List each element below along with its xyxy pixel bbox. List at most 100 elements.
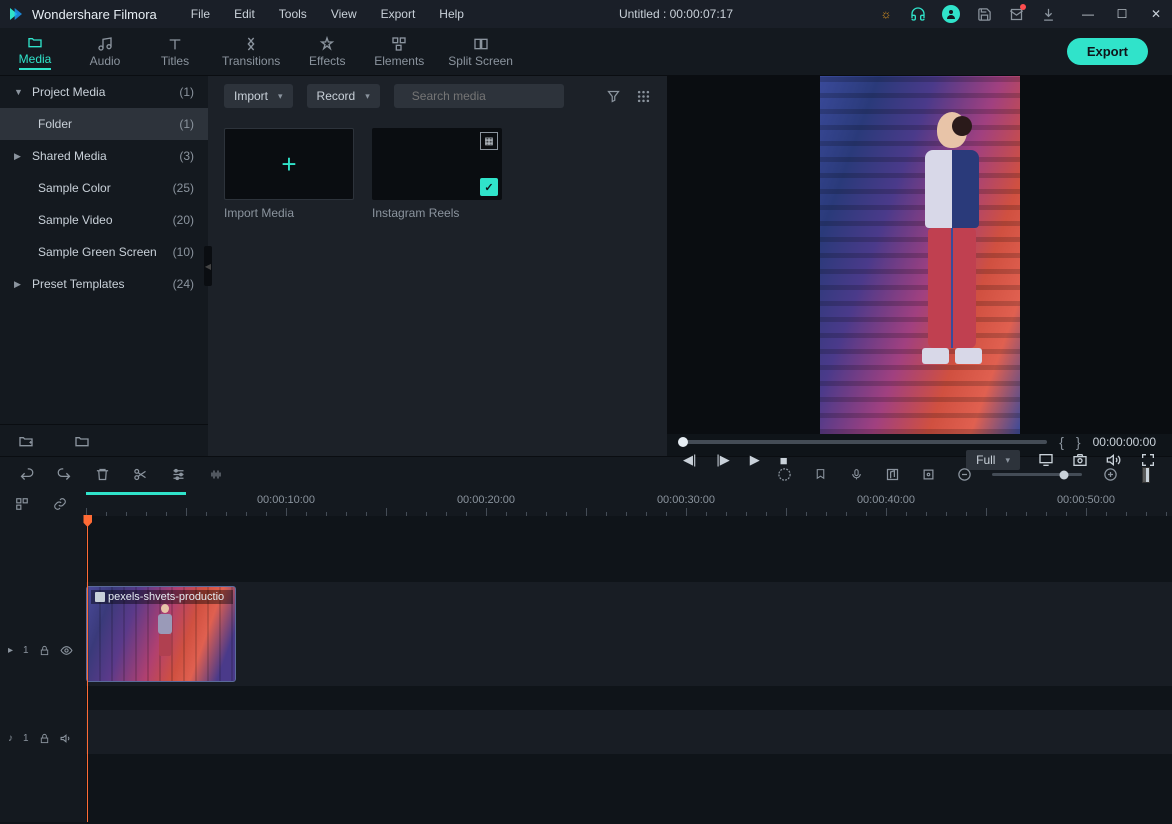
lock-icon[interactable] <box>39 645 50 656</box>
search-field[interactable] <box>412 89 567 103</box>
sidebar-item-sample-green-screen[interactable]: Sample Green Screen (10) <box>0 236 208 268</box>
video-clip[interactable]: pexels-shvets-productio <box>86 586 236 682</box>
scrub-track[interactable] <box>683 440 1047 444</box>
document-title: Untitled : 00:00:07:17 <box>474 7 878 21</box>
playhead[interactable] <box>87 516 88 822</box>
media-toolbar: Import▾ Record▾ <box>208 76 667 116</box>
import-dropdown[interactable]: Import▾ <box>224 84 293 108</box>
save-icon[interactable] <box>976 6 992 22</box>
sidebar-item-sample-video[interactable]: Sample Video (20) <box>0 204 208 236</box>
maximize-button[interactable]: ☐ <box>1114 6 1130 22</box>
new-folder-icon[interactable] <box>18 434 34 448</box>
transitions-icon <box>243 36 259 52</box>
titlebar: Wondershare Filmora File Edit Tools View… <box>0 0 1172 28</box>
clip-type-icon <box>95 592 105 602</box>
timeline-header-left <box>0 492 86 516</box>
used-check-icon: ✓ <box>480 178 498 196</box>
delete-icon[interactable] <box>94 467 110 483</box>
visibility-icon[interactable] <box>60 645 73 656</box>
notification-icon[interactable] <box>1008 6 1024 22</box>
sidebar-item-project-media[interactable]: ▼ Project Media (1) <box>0 76 208 108</box>
account-icon[interactable] <box>942 5 960 23</box>
zoom-slider[interactable] <box>992 473 1082 476</box>
minimize-button[interactable]: — <box>1080 6 1096 22</box>
audio-wave-icon[interactable] <box>208 467 224 483</box>
menu-tools[interactable]: Tools <box>269 3 317 25</box>
sidebar-item-folder[interactable]: Folder (1) <box>0 108 208 140</box>
link-icon[interactable] <box>52 496 68 512</box>
tab-effects[interactable]: Effects <box>292 32 362 72</box>
lock-icon[interactable] <box>39 733 50 744</box>
open-folder-icon[interactable] <box>74 434 90 448</box>
export-button[interactable]: Export <box>1067 38 1148 65</box>
title-actions: ☼ <box>878 5 1056 23</box>
tab-titles[interactable]: Titles <box>140 32 210 72</box>
mark-out-icon[interactable]: } <box>1076 434 1081 450</box>
undo-icon[interactable] <box>18 467 34 483</box>
preview-panel: { } 00:00:00:00 ◀| |▶ ▶ ■ Full▾ <box>667 76 1172 456</box>
sidebar-item-sample-color[interactable]: Sample Color (25) <box>0 172 208 204</box>
marker-icon[interactable] <box>812 467 828 483</box>
voiceover-icon[interactable] <box>848 467 864 483</box>
sidebar-item-preset-templates[interactable]: ▶ Preset Templates (24) <box>0 268 208 300</box>
tab-media[interactable]: Media <box>0 30 70 74</box>
mark-in-icon[interactable]: { <box>1059 434 1064 450</box>
video-frame <box>820 76 1020 434</box>
tool-tabs: Media Audio Titles Transitions Effects E… <box>0 28 1172 76</box>
chevron-down-icon: ▾ <box>365 91 370 102</box>
ruler-label: 00:00:20:00 <box>457 494 515 506</box>
menu-edit[interactable]: Edit <box>224 3 265 25</box>
timeline-ruler[interactable]: 00:00:10:0000:00:20:0000:00:30:0000:00:4… <box>86 492 1172 516</box>
search-input[interactable] <box>394 84 564 108</box>
crop-icon[interactable] <box>920 467 936 483</box>
render-icon[interactable] <box>776 467 792 483</box>
sidebar-list: ▼ Project Media (1) Folder (1) ▶ Shared … <box>0 76 208 424</box>
tab-elements[interactable]: Elements <box>362 32 436 72</box>
reel-thumb[interactable]: ▦ ✓ <box>372 128 502 200</box>
zoom-knob[interactable] <box>1060 470 1069 479</box>
tips-icon[interactable]: ☼ <box>878 6 894 22</box>
download-icon[interactable] <box>1040 6 1056 22</box>
grid-view-icon[interactable] <box>635 88 651 104</box>
redo-icon[interactable] <box>56 467 72 483</box>
menu-export[interactable]: Export <box>371 3 426 25</box>
zoom-fit-icon[interactable] <box>1138 467 1154 483</box>
menu-help[interactable]: Help <box>429 3 474 25</box>
video-track-header: ▸1 <box>0 634 86 666</box>
ruler-label: 00:00:10:00 <box>257 494 315 506</box>
sidebar-item-shared-media[interactable]: ▶ Shared Media (3) <box>0 140 208 172</box>
tab-split-screen[interactable]: Split Screen <box>436 32 525 72</box>
elements-icon <box>391 36 407 52</box>
menu-file[interactable]: File <box>181 3 220 25</box>
prev-frame-button[interactable]: ◀| <box>683 452 696 468</box>
filter-icon[interactable] <box>605 88 621 104</box>
tab-audio[interactable]: Audio <box>70 32 140 72</box>
adjust-icon[interactable] <box>170 467 186 483</box>
preview-canvas[interactable] <box>667 76 1172 434</box>
close-button[interactable]: ✕ <box>1148 6 1164 22</box>
import-media-tile[interactable]: + Import Media <box>224 128 354 220</box>
zoom-out-icon[interactable] <box>956 467 972 483</box>
record-dropdown[interactable]: Record▾ <box>307 84 380 108</box>
chevron-right-icon: ▶ <box>14 151 24 162</box>
music-icon <box>97 36 113 52</box>
next-frame-button[interactable]: |▶ <box>716 452 729 468</box>
tab-transitions[interactable]: Transitions <box>210 32 292 72</box>
video-track[interactable]: pexels-shvets-productio <box>86 582 1172 686</box>
audio-mixer-icon[interactable] <box>884 467 900 483</box>
play-button[interactable]: ▶ <box>750 452 760 468</box>
zoom-in-icon[interactable] <box>1102 467 1118 483</box>
manage-tracks-icon[interactable] <box>14 496 30 512</box>
mute-icon[interactable] <box>60 733 73 744</box>
import-thumb[interactable]: + <box>224 128 354 200</box>
scrub-knob[interactable] <box>678 437 688 447</box>
tracks-area[interactable]: pexels-shvets-productio <box>86 516 1172 822</box>
preview-time: 00:00:00:00 <box>1093 435 1156 449</box>
stop-button[interactable]: ■ <box>780 453 788 468</box>
panel-resize-handle[interactable]: ◀ <box>204 246 212 286</box>
media-tile-reels[interactable]: ▦ ✓ Instagram Reels <box>372 128 502 220</box>
support-icon[interactable] <box>910 6 926 22</box>
split-icon[interactable] <box>132 467 148 483</box>
menu-view[interactable]: View <box>321 3 367 25</box>
audio-track[interactable] <box>86 710 1172 754</box>
